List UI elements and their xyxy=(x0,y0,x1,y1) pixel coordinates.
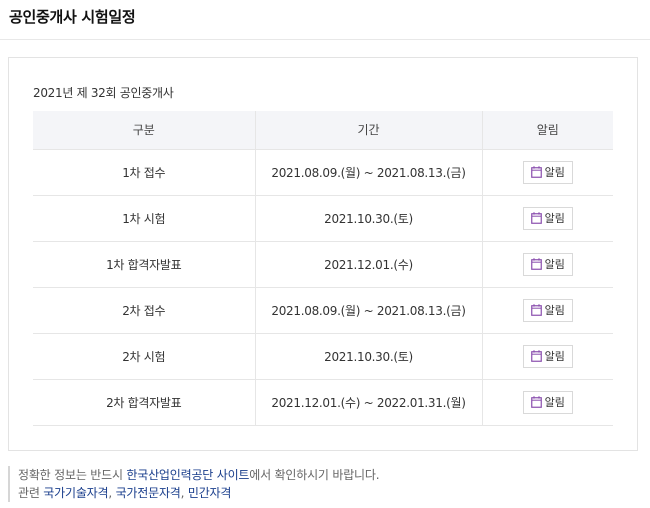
alarm-label: 알림 xyxy=(544,258,565,271)
notice-text-post: 에서 확인하시기 바랍니다. xyxy=(249,468,380,482)
row-alarm-cell: 알림 xyxy=(482,149,613,196)
row-type: 2차 합격자발표 xyxy=(33,379,256,426)
separator: , xyxy=(108,486,116,500)
schedule-card: 2021년 제 32회 공인중개사 구분 기간 알림 1차 접수 2021.08.… xyxy=(8,57,638,451)
exam-caption: 2021년 제 32회 공인중개사 xyxy=(33,86,174,100)
related-line: 관련 국가기술자격, 국가전문자격, 민간자격 xyxy=(18,484,379,502)
alarm-button[interactable]: 알림 xyxy=(522,206,573,230)
alarm-button[interactable]: 알림 xyxy=(522,252,573,276)
calendar-icon xyxy=(530,212,542,224)
related-link-private[interactable]: 민간자격 xyxy=(188,486,232,500)
related-label: 관련 xyxy=(18,486,44,500)
row-type: 2차 시험 xyxy=(33,333,256,380)
separator: , xyxy=(180,486,188,500)
calendar-icon xyxy=(530,166,542,178)
row-alarm-cell: 알림 xyxy=(482,333,613,380)
row-alarm-cell: 알림 xyxy=(482,195,613,242)
table-row: 2차 접수 2021.08.09.(월) ~ 2021.08.13.(금) 알림 xyxy=(33,287,613,334)
column-header-period: 기간 xyxy=(255,111,483,150)
notice-footer: 정확한 정보는 반드시 한국산업인력공단 사이트에서 확인하시기 바랍니다. 관… xyxy=(8,466,380,502)
row-type: 1차 시험 xyxy=(33,195,256,242)
row-period: 2021.08.09.(월) ~ 2021.08.13.(금) xyxy=(255,287,483,334)
row-type: 1차 접수 xyxy=(33,149,256,196)
alarm-label: 알림 xyxy=(544,350,565,363)
row-period: 2021.12.01.(수) xyxy=(255,241,483,288)
page-title: 공인중개사 시험일정 xyxy=(9,8,136,26)
row-period: 2021.10.30.(토) xyxy=(255,195,483,242)
table-row: 2차 시험 2021.10.30.(토) 알림 xyxy=(33,333,613,380)
alarm-label: 알림 xyxy=(544,212,565,225)
schedule-table: 구분 기간 알림 1차 접수 2021.08.09.(월) ~ 2021.08.1… xyxy=(33,111,613,426)
calendar-icon xyxy=(530,304,542,316)
row-alarm-cell: 알림 xyxy=(482,241,613,288)
alarm-button[interactable]: 알림 xyxy=(522,344,573,368)
table-header-row: 구분 기간 알림 xyxy=(33,111,613,150)
row-period: 2021.12.01.(수) ~ 2022.01.31.(월) xyxy=(255,379,483,426)
alarm-label: 알림 xyxy=(544,304,565,317)
table-row: 2차 합격자발표 2021.12.01.(수) ~ 2022.01.31.(월) 알… xyxy=(33,379,613,426)
alarm-label: 알림 xyxy=(544,396,565,409)
alarm-button[interactable]: 알림 xyxy=(522,390,573,414)
calendar-icon xyxy=(530,350,542,362)
table-row: 1차 시험 2021.10.30.(토) 알림 xyxy=(33,195,613,242)
hrdkorea-link[interactable]: 한국산업인력공단 사이트 xyxy=(126,468,249,482)
page-header: 공인중개사 시험일정 xyxy=(0,0,650,40)
row-alarm-cell: 알림 xyxy=(482,287,613,334)
notice-text-pre: 정확한 정보는 반드시 xyxy=(18,468,127,482)
row-type: 1차 합격자발표 xyxy=(33,241,256,288)
table-row: 1차 합격자발표 2021.12.01.(수) 알림 xyxy=(33,241,613,288)
row-type: 2차 접수 xyxy=(33,287,256,334)
row-alarm-cell: 알림 xyxy=(482,379,613,426)
related-link-national-professional[interactable]: 국가전문자격 xyxy=(116,486,181,500)
row-period: 2021.08.09.(월) ~ 2021.08.13.(금) xyxy=(255,149,483,196)
column-header-type: 구분 xyxy=(33,111,256,150)
alarm-label: 알림 xyxy=(544,166,565,179)
table-row: 1차 접수 2021.08.09.(월) ~ 2021.08.13.(금) 알림 xyxy=(33,149,613,196)
row-period: 2021.10.30.(토) xyxy=(255,333,483,380)
alarm-button[interactable]: 알림 xyxy=(522,160,573,184)
calendar-icon xyxy=(530,258,542,270)
alarm-button[interactable]: 알림 xyxy=(522,298,573,322)
column-header-alarm: 알림 xyxy=(482,111,613,150)
calendar-icon xyxy=(530,396,542,408)
notice-line: 정확한 정보는 반드시 한국산업인력공단 사이트에서 확인하시기 바랍니다. xyxy=(18,466,380,484)
related-link-national-technical[interactable]: 국가기술자격 xyxy=(43,486,108,500)
